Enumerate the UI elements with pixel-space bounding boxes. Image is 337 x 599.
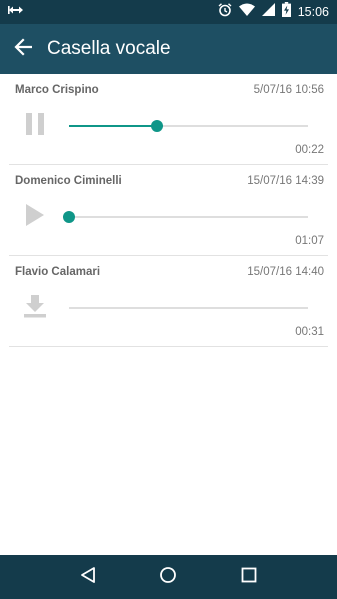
back-button[interactable]: [0, 24, 46, 74]
play-button[interactable]: [17, 203, 53, 231]
progress-slider[interactable]: [63, 211, 308, 223]
page-title: Casella vocale: [47, 38, 171, 59]
signal-icon: [261, 3, 275, 21]
message-date: 5/07/16 10:56: [253, 84, 324, 96]
download-button[interactable]: [17, 294, 53, 322]
message-duration: 00:31: [295, 326, 324, 338]
arrow-left-icon: [14, 37, 33, 61]
app-bar: Casella vocale: [0, 24, 337, 74]
caller-name: Flavio Calamari: [15, 266, 101, 278]
slider-thumb[interactable]: [151, 120, 164, 132]
recents-square-icon: [241, 567, 257, 588]
navigation-bar: [0, 555, 337, 599]
message-date: 15/07/16 14:39: [247, 175, 324, 187]
home-circle-icon: [159, 566, 177, 589]
battery-charging-icon: [281, 2, 291, 22]
pause-button[interactable]: [17, 112, 53, 140]
message-duration: 00:22: [295, 144, 324, 156]
progress-fill: [69, 125, 158, 127]
pause-icon: [25, 112, 45, 140]
voicemail-item[interactable]: Marco Crispino 5/07/16 10:56 00:22: [9, 74, 328, 165]
nav-recents-button[interactable]: [229, 557, 269, 597]
slider-thumb[interactable]: [63, 211, 75, 223]
message-duration: 01:07: [295, 235, 324, 247]
progress-slider[interactable]: [69, 120, 308, 132]
back-triangle-icon: [79, 566, 97, 589]
voicemail-item[interactable]: Domenico Ciminelli 15/07/16 14:39 01:07: [9, 165, 328, 256]
caller-name: Marco Crispino: [15, 84, 99, 96]
play-icon: [25, 203, 45, 231]
download-icon: [23, 294, 47, 323]
nav-back-button[interactable]: [68, 557, 108, 597]
voicemail-item[interactable]: Flavio Calamari 15/07/16 14:40 00:31: [9, 256, 328, 347]
expand-icon: [8, 3, 24, 21]
wifi-icon: [238, 3, 255, 21]
voicemail-list: Marco Crispino 5/07/16 10:56 00:22 Domen…: [0, 74, 337, 347]
status-time: 15:06: [297, 5, 329, 19]
caller-name: Domenico Ciminelli: [15, 175, 122, 187]
message-date: 15/07/16 14:40: [247, 266, 324, 278]
progress-slider[interactable]: [69, 307, 308, 309]
nav-home-button[interactable]: [148, 557, 188, 597]
status-bar: 15:06: [0, 0, 337, 24]
alarm-icon: [218, 2, 232, 22]
